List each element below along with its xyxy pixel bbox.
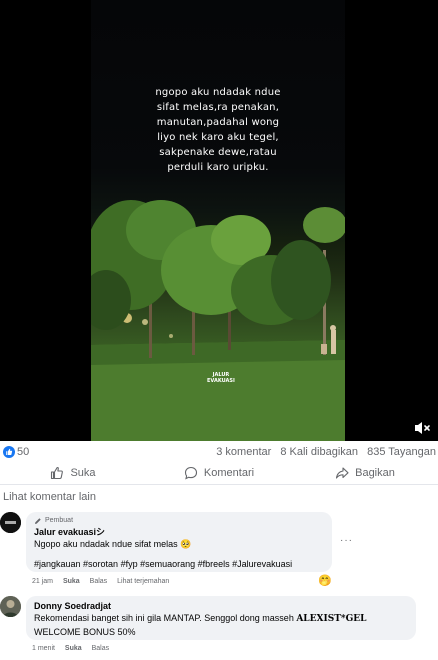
watermark-line: EVAKUASI xyxy=(207,378,235,384)
commenter-name[interactable]: Jalur evakuasiシ xyxy=(34,526,324,538)
comment-reply-button[interactable]: Balas xyxy=(92,645,110,652)
video-watermark: JALUR EVAKUASI xyxy=(207,372,235,384)
like-icon xyxy=(51,466,64,480)
comment-meta: 21 jam Suka Balas Lihat terjemahan xyxy=(32,578,177,585)
comment-time[interactable]: 21 jam xyxy=(32,578,53,585)
video-frame: ngopo aku ndadak ndue sifat melas,ra pen… xyxy=(91,0,345,441)
comment-text-part: Rekomendasi banget sih ini gila MANTAP. … xyxy=(34,613,297,623)
commenter-name[interactable]: Donny Soedradjat xyxy=(34,600,408,612)
share-button[interactable]: Bagikan xyxy=(292,462,438,484)
caption-line: liyo nek karo aku tegel, xyxy=(157,132,279,143)
comment-bubble: Donny Soedradjat Rekomendasi banget sih … xyxy=(26,596,416,640)
comment-like-button[interactable]: Suka xyxy=(65,645,82,652)
avatar[interactable] xyxy=(0,596,21,617)
like-label: Suka xyxy=(70,467,96,479)
comment-button[interactable]: Komentari xyxy=(146,462,292,484)
see-translation-link[interactable]: Lihat terjemahan xyxy=(117,578,169,585)
engagement-stats: 50 3 komentar 8 Kali dibagikan 835 Tayan… xyxy=(0,443,438,461)
caption-line: ngopo aku ndadak ndue xyxy=(155,87,281,98)
comment-text-line: WELCOME BONUS 50% xyxy=(34,627,136,637)
like-reaction-icon xyxy=(3,446,15,458)
mute-icon[interactable] xyxy=(412,418,432,438)
caption-line: sifat melas,ra penakan, xyxy=(156,102,280,113)
comment-text: Rekomendasi banget sih ini gila MANTAP. … xyxy=(34,612,408,626)
caption-line: manutan,padahal wong xyxy=(156,117,280,128)
avatar[interactable] xyxy=(0,512,21,533)
comment-icon xyxy=(184,466,197,480)
post-actions: Suka Komentari Bagikan xyxy=(0,462,438,484)
reel-video-player[interactable]: ngopo aku ndadak ndue sifat melas,ra pen… xyxy=(0,0,438,441)
view-count: 835 Tayangan xyxy=(367,446,436,458)
comment-count[interactable]: 3 komentar xyxy=(216,446,271,458)
author-badge-label: Pembuat xyxy=(45,517,74,524)
share-count[interactable]: 8 Kali dibagikan xyxy=(280,446,358,458)
comment-reaction-emoji[interactable]: 🤭 xyxy=(318,574,332,587)
comment-text: Ngopo aku ndadak ndue sifat melas 🥺 xyxy=(34,539,192,549)
share-icon xyxy=(336,467,349,479)
comment-reply-button[interactable]: Balas xyxy=(90,578,108,585)
video-caption: ngopo aku ndadak ndue sifat melas,ra pen… xyxy=(91,85,345,175)
comment-brand-text: ALEXIST*GEL xyxy=(296,614,367,624)
author-badge: Pembuat xyxy=(34,516,324,526)
like-count[interactable]: 50 xyxy=(17,446,29,458)
divider xyxy=(0,484,438,485)
caption-line: perduli karo uripku. xyxy=(167,162,269,173)
comment-like-button[interactable]: Suka xyxy=(63,578,80,585)
share-label: Bagikan xyxy=(355,467,395,479)
comment-meta: 1 menit Suka Balas xyxy=(32,645,117,652)
view-more-comments-link[interactable]: Lihat komentar lain xyxy=(3,491,96,503)
comment-time[interactable]: 1 menit xyxy=(32,645,55,652)
stats-summary: 3 komentar 8 Kali dibagikan 835 Tayangan xyxy=(210,446,436,458)
comment-bubble: Pembuat Jalur evakuasiシ Ngopo aku ndadak… xyxy=(26,512,332,572)
comment-label: Komentari xyxy=(203,467,255,479)
more-icon[interactable]: ··· xyxy=(340,535,353,546)
like-button[interactable]: Suka xyxy=(0,462,146,484)
caption-line: sakpenake dewe,ratau xyxy=(159,147,277,158)
comment-hashtags[interactable]: #jangkauan #sorotan #fyp #semuaorang #fb… xyxy=(34,558,324,571)
pencil-icon xyxy=(35,518,41,524)
